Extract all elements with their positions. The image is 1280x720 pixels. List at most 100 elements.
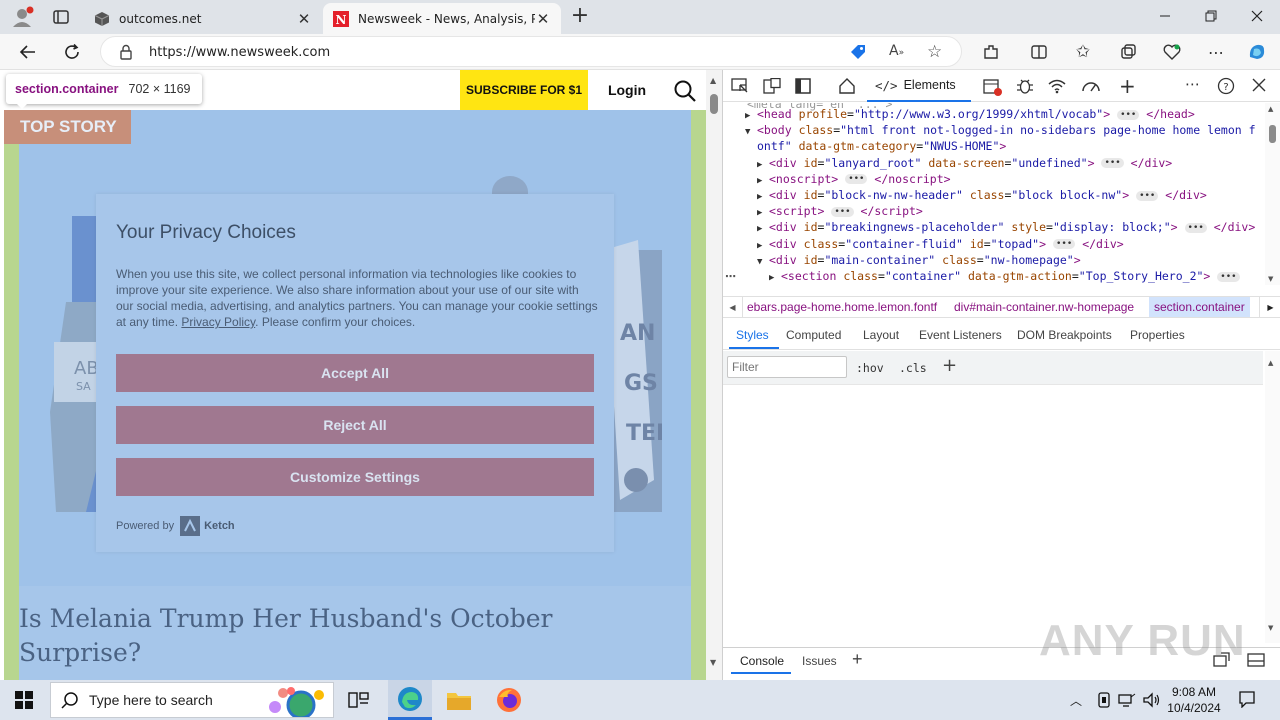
dom-tree-scrollbar-thumb[interactable] (1269, 125, 1276, 143)
wifi-network-icon[interactable] (1047, 78, 1067, 94)
network-console-icon[interactable] (983, 78, 1003, 96)
more-menu-icon[interactable]: ⋯ (1205, 41, 1227, 63)
breadcrumb-item-selected[interactable]: section.container (1149, 297, 1250, 317)
page-scrollbar-thumb[interactable] (710, 94, 718, 114)
expand-arrow-icon[interactable]: ▶ (757, 224, 769, 234)
tab-elements[interactable]: </> Elements (867, 70, 971, 102)
dom-node-line[interactable]: ▶ <script> ••• </script> (757, 204, 923, 218)
file-explorer-icon[interactable] (446, 688, 472, 712)
volume-icon[interactable] (1142, 691, 1160, 709)
accept-all-button[interactable]: Accept All (116, 354, 594, 392)
close-window-button[interactable] (1234, 0, 1280, 32)
breadcrumb-right-arrow-icon[interactable]: ▶ (1259, 297, 1280, 317)
new-tab-button[interactable]: + (568, 4, 592, 28)
tab-properties[interactable]: Properties (1130, 328, 1185, 342)
customize-devtools-icon[interactable]: ⋯ (1185, 75, 1200, 93)
copilot-icon[interactable] (1246, 41, 1268, 63)
show-hidden-icons-chevron-icon[interactable]: ︿ (1070, 692, 1082, 709)
debug-bug-icon[interactable] (1016, 77, 1034, 95)
tab-outcomes[interactable]: outcomes.net ✕ (84, 3, 322, 34)
favorite-star-icon[interactable]: ☆ (927, 42, 942, 62)
task-view-icon[interactable] (348, 690, 370, 710)
read-aloud-icon[interactable]: A» (889, 43, 904, 59)
taskbar-search-box[interactable]: Type here to search (50, 682, 334, 718)
url-text[interactable]: https://www.newsweek.com (149, 45, 330, 60)
expand-arrow-icon[interactable]: ▶ (769, 273, 781, 283)
dom-tree-scrollbar[interactable]: ▲ ▼ (1265, 103, 1280, 285)
expand-arrow-icon[interactable]: ▶ (757, 241, 769, 251)
scroll-down-arrow-icon[interactable]: ▼ (710, 658, 716, 667)
dom-tree[interactable]: <meta lang="en" ... > ▶ <head profile="ht… (723, 103, 1265, 285)
more-tools-plus-icon[interactable]: + (1119, 74, 1136, 98)
scroll-down-arrow-icon[interactable]: ▼ (1268, 275, 1273, 283)
welcome-home-icon[interactable] (838, 77, 856, 95)
dock-side-icon[interactable] (795, 78, 811, 94)
hov-toggle[interactable]: :hov (856, 361, 884, 375)
restore-button[interactable] (1188, 0, 1234, 32)
split-screen-icon[interactable] (1028, 41, 1050, 63)
profile-avatar[interactable] (10, 5, 34, 29)
tab-console[interactable]: Console (740, 654, 784, 668)
customize-settings-button[interactable]: Customize Settings (116, 458, 594, 496)
battery-device-icon[interactable] (1096, 691, 1112, 709)
drawer-add-tab-plus-icon[interactable]: + (852, 649, 863, 670)
lock-icon[interactable] (119, 44, 133, 60)
dom-node-line[interactable]: ▶ <div id="block-nw-nw-header" class="blo… (757, 188, 1207, 202)
styles-filter-input[interactable] (727, 356, 847, 378)
taskbar-clock[interactable]: 9:08 AM 10/4/2024 (1166, 684, 1222, 716)
collections-icon[interactable] (1117, 41, 1139, 63)
dom-node-line[interactable]: ▼ <body class="html front not-logged-in n… (745, 123, 1256, 137)
scroll-down-arrow-icon[interactable]: ▼ (1268, 624, 1273, 632)
cls-toggle[interactable]: .cls (899, 361, 927, 375)
breadcrumb-left-arrow-icon[interactable]: ◀ (723, 297, 743, 317)
tab-actions-icon[interactable] (52, 8, 70, 26)
performance-icon[interactable] (1081, 78, 1101, 94)
help-icon[interactable]: ? (1217, 77, 1235, 95)
dom-node-line[interactable]: ontf" data-gtm-category="NWUS-HOME"> (745, 139, 1006, 153)
firefox-icon[interactable] (496, 687, 522, 713)
notifications-icon[interactable] (1238, 690, 1256, 708)
headline-line-1[interactable]: Is Melania Trump Her Husband's October (19, 602, 553, 636)
dom-node-line[interactable]: ▶ <section class="container" data-gtm-act… (769, 269, 1240, 283)
close-devtools-icon[interactable] (1252, 78, 1266, 92)
page-scrollbar[interactable]: ▲ ▼ (706, 70, 722, 680)
dom-node-line[interactable]: ▶ <noscript> ••• </noscript> (757, 172, 951, 186)
breadcrumb-item[interactable]: div#main-container.nw-homepage (954, 300, 1134, 314)
device-emulation-icon[interactable] (763, 78, 781, 94)
new-style-rule-plus-icon[interactable]: + (942, 355, 957, 376)
start-button[interactable] (0, 680, 48, 720)
collapse-arrow-icon[interactable]: ▼ (757, 257, 769, 267)
scroll-up-arrow-icon[interactable]: ▲ (710, 76, 716, 85)
close-icon[interactable]: ✕ (535, 10, 551, 28)
scroll-up-arrow-icon[interactable]: ▲ (1268, 359, 1273, 367)
reject-all-button[interactable]: Reject All (116, 406, 594, 444)
headline-line-2[interactable]: Surprise? (19, 636, 141, 670)
tab-styles[interactable]: Styles (736, 328, 769, 342)
scroll-up-arrow-icon[interactable]: ▲ (1268, 105, 1273, 113)
minimize-button[interactable] (1142, 0, 1188, 32)
login-link[interactable]: Login (592, 70, 662, 110)
dom-node-line[interactable]: ▶ <div id="breakingnews-placeholder" styl… (757, 220, 1255, 234)
refresh-icon[interactable] (61, 41, 83, 63)
expand-arrow-icon[interactable]: ▶ (757, 176, 769, 186)
tab-event-listeners[interactable]: Event Listeners (919, 328, 1002, 342)
taskbar-edge-button[interactable] (388, 680, 432, 720)
favorites-icon[interactable]: ✩ (1072, 41, 1094, 63)
expand-arrow-icon[interactable]: ▶ (757, 208, 769, 218)
tab-layout[interactable]: Layout (863, 328, 899, 342)
expand-arrow-icon[interactable]: ▶ (757, 160, 769, 170)
tab-issues[interactable]: Issues (802, 654, 837, 668)
expand-arrow-icon[interactable]: ▶ (757, 192, 769, 202)
dom-node-line[interactable]: ▶ <div id="lanyard_root" data-screen="und… (757, 156, 1172, 170)
dom-node-line[interactable]: ▶ <div class="container-fluid" id="topad"… (757, 237, 1124, 251)
shopping-tag-icon[interactable] (849, 43, 867, 61)
network-status-icon[interactable] (1118, 692, 1136, 708)
tab-dom-breakpoints[interactable]: DOM Breakpoints (1017, 328, 1112, 342)
address-bar[interactable]: https://www.newsweek.com A» ☆ (100, 36, 962, 67)
search-icon[interactable] (673, 79, 697, 103)
inspect-element-icon[interactable] (731, 78, 749, 94)
collapse-arrow-icon[interactable]: ▼ (745, 127, 757, 137)
extensions-icon[interactable] (980, 41, 1002, 63)
browser-essentials-icon[interactable] (1161, 41, 1183, 63)
close-icon[interactable]: ✕ (296, 10, 312, 28)
